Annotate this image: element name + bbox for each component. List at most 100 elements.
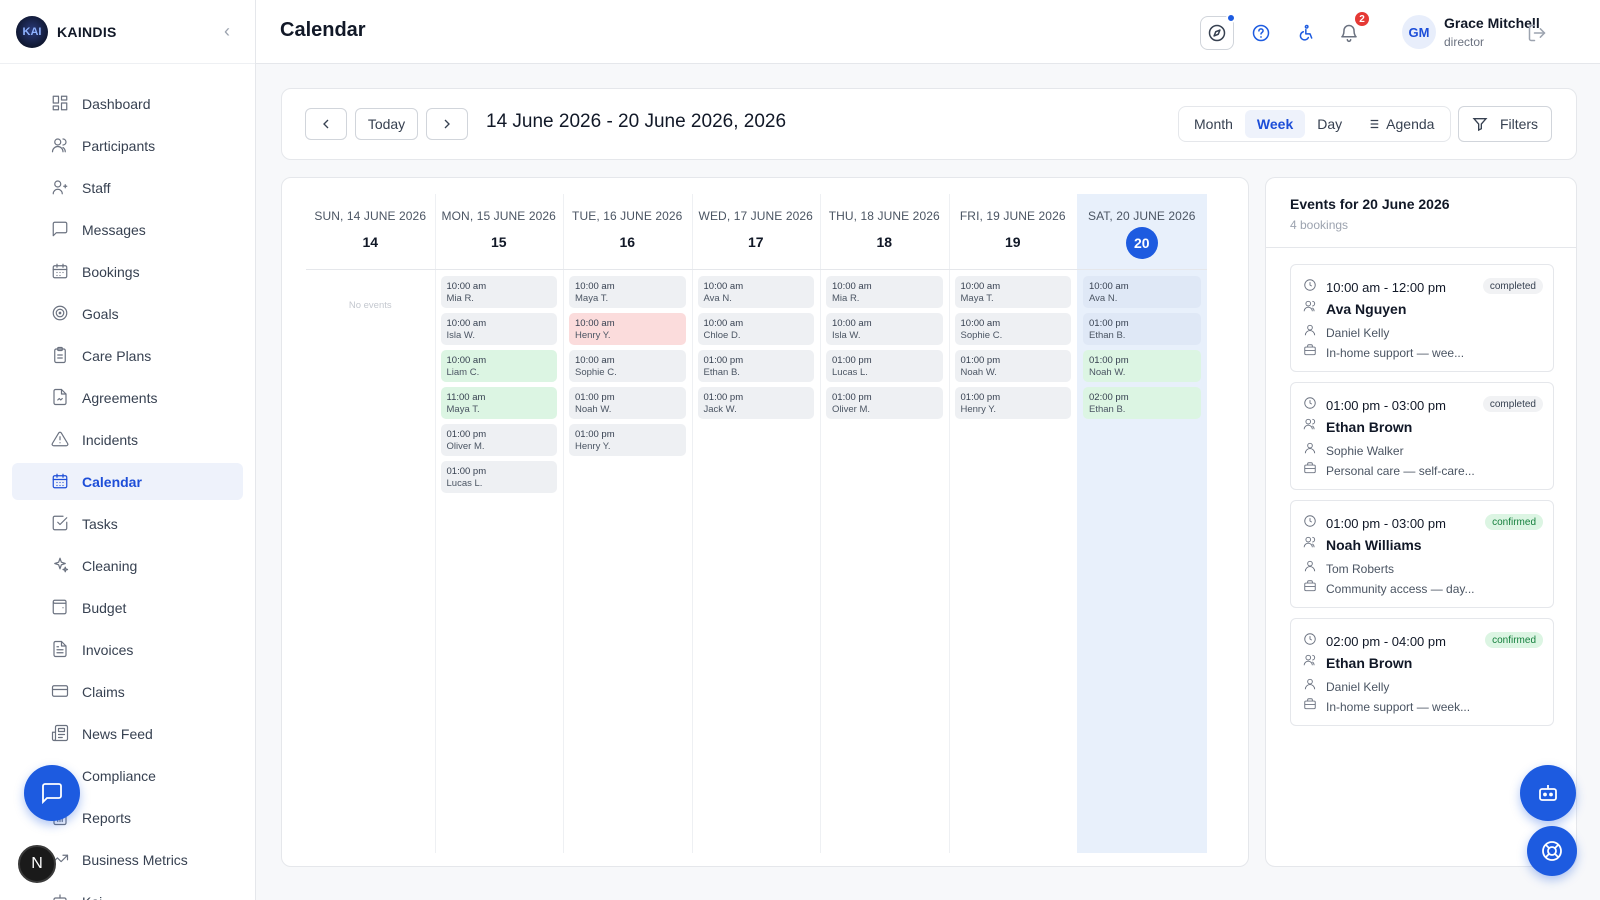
next-week-button[interactable] [426,108,468,140]
view-agenda-button[interactable]: Agenda [1354,110,1446,138]
event-time: 01:00 pm [575,392,615,403]
bookings-icon [51,262,69,280]
day-column[interactable]: SUN, 14 JUNE 2026 14 No events [306,194,436,853]
today-button[interactable]: Today [355,108,418,140]
calendar-event[interactable]: 10:00 am Ava N. [697,276,814,308]
booking-time-row: 10:00 am - 12:00 pm [1303,278,1446,297]
calendar-event[interactable]: 10:00 am Maya T. [569,276,686,308]
top-header: Calendar 2 GM Grace Mitchell director [256,0,1600,64]
calendar-event[interactable]: 10:00 am Sophie C. [569,350,686,382]
explore-button[interactable] [1200,13,1236,50]
calendar-event[interactable]: 10:00 am Isla W. [440,313,557,345]
calendar-event[interactable]: 01:00 pm Oliver M. [440,424,557,456]
support-button[interactable] [1527,826,1577,876]
calendar-event[interactable]: 11:00 am Maya T. [440,387,557,419]
filters-button[interactable]: Filters [1458,106,1552,142]
calendar-event[interactable]: 01:00 pm Henry Y. [569,424,686,456]
calendar-event[interactable]: 01:00 pm Noah W. [1083,350,1201,382]
booking-card[interactable]: 01:00 pm - 03:00 pm Ethan Brown Sophie Wal… [1290,382,1554,490]
event-participant: Sophie C. [960,330,1003,341]
user-avatar[interactable]: GM [1402,15,1436,49]
booking-card[interactable]: 02:00 pm - 04:00 pm Ethan Brown Daniel Kel… [1290,618,1554,726]
calendar-event[interactable]: 10:00 am Sophie C. [954,313,1071,345]
bot-icon [1539,785,1557,801]
calendar-event[interactable]: 10:00 am Ava N. [1083,276,1201,308]
day-number: 19 [1004,234,1021,250]
calendar-event[interactable]: 10:00 am Isla W. [826,313,943,345]
day-column[interactable]: WED, 17 JUNE 2026 17 10:00 am Ava N. 10:00 a… [691,194,821,853]
day-header[interactable]: SUN, 14 JUNE 2026 14 [306,194,435,270]
day-header[interactable]: THU, 18 JUNE 2026 18 [820,194,949,270]
day-column[interactable]: MON, 15 JUNE 2026 15 10:00 am Mia R. 10:00 a… [434,194,564,853]
calendar-event[interactable]: 10:00 am Chloe D. [697,313,814,345]
sidebar-item-news-feed[interactable]: News Feed [12,715,243,752]
chat-button[interactable] [24,765,80,821]
sidebar-item-agreements[interactable]: Agreements [12,379,243,416]
calendar-event[interactable]: 01:00 pm Henry Y. [954,387,1071,419]
calendar-event[interactable]: 01:00 pm Noah W. [954,350,1071,382]
booking-card[interactable]: 01:00 pm - 03:00 pm Noah Williams Tom Robe… [1290,500,1554,608]
sidebar-item-kai[interactable]: Kai [12,883,243,900]
view-week-button[interactable]: Week [1244,110,1306,138]
n-button[interactable]: N [18,845,56,883]
previous-week-button[interactable] [305,108,347,140]
accessibility-button[interactable] [1288,16,1322,50]
day-column[interactable]: SAT, 20 JUNE 2026 20 10:00 am Ava N. 01:00 p… [1077,194,1207,853]
calendar-event[interactable]: 10:00 am Maya T. [954,276,1071,308]
calendar-event[interactable]: 01:00 pm Oliver M. [826,387,943,419]
sidebar-item-messages[interactable]: Messages [12,211,243,248]
calendar-event[interactable]: 01:00 pm Lucas L. [826,350,943,382]
event-time: 01:00 pm [960,392,1001,403]
help-button[interactable] [1244,16,1278,50]
sidebar-item-care-plans[interactable]: Care Plans [12,337,243,374]
chevron-right-icon [444,119,450,129]
calendar-event[interactable]: 01:00 pm Noah W. [569,387,686,419]
logout-button[interactable] [1520,16,1554,50]
sidebar-item-budget[interactable]: Budget [12,589,243,626]
notifications-button[interactable]: 2 [1332,10,1371,50]
sidebar-item-invoices[interactable]: Invoices [12,631,243,668]
sidebar-item-claims[interactable]: Claims [12,673,243,710]
sidebar-item-dashboard[interactable]: Dashboard [12,85,243,122]
event-time: 01:00 pm [1089,355,1129,366]
calendar-event[interactable]: 01:00 pm Ethan B. [1083,313,1201,345]
booking-card[interactable]: 10:00 am - 12:00 pm Ava Nguyen Daniel Kell… [1290,264,1554,372]
sidebar-item-participants[interactable]: Participants [12,127,243,164]
booking-participant: Noah Williams [1326,536,1422,553]
day-header[interactable]: FRI, 19 JUNE 2026 19 [948,194,1077,270]
assistant-bot-button[interactable] [1520,765,1576,821]
calendar-event[interactable]: 10:00 am Mia R. [826,276,943,308]
day-column[interactable]: TUE, 16 JUNE 2026 16 10:00 am Maya T. 10:00 … [563,194,693,853]
day-header[interactable]: TUE, 16 JUNE 2026 16 [563,194,692,270]
sidebar-item-calendar[interactable]: Calendar [12,463,243,500]
booking-participant: Ethan Brown [1326,418,1413,435]
calendar-event[interactable]: 10:00 am Mia R. [440,276,557,308]
day-header[interactable]: SAT, 20 JUNE 2026 20 [1077,194,1207,270]
calendar-event[interactable]: 10:00 am Liam C. [440,350,557,382]
sidebar-item-tasks[interactable]: Tasks [12,505,243,542]
day-column[interactable]: FRI, 19 JUNE 2026 19 10:00 am Maya T. 10:00 … [948,194,1078,853]
calendar-event[interactable]: 01:00 pm Ethan B. [697,350,814,382]
calendar-event[interactable]: 10:00 am Henry Y. [569,313,686,345]
sidebar-item-label: News Feed [82,725,153,742]
sidebar-item-bookings[interactable]: Bookings [12,253,243,290]
sidebar-item-goals[interactable]: Goals [12,295,243,332]
calendar-event[interactable]: 01:00 pm Jack W. [697,387,814,419]
dashboard-icon [51,94,69,112]
sidebar-item-cleaning[interactable]: Cleaning [12,547,243,584]
view-month-button[interactable]: Month [1182,110,1245,138]
calendar-event[interactable]: 01:00 pm Lucas L. [440,461,557,493]
collapse-sidebar-chevron-left-icon[interactable]: ‹ [215,21,239,42]
view-day-button[interactable]: Day [1305,110,1354,138]
day-header[interactable]: WED, 17 JUNE 2026 17 [691,194,820,270]
day-column[interactable]: THU, 18 JUNE 2026 18 10:00 am Mia R. 10:00 a… [820,194,950,853]
sidebar-item-staff[interactable]: Staff [12,169,243,206]
day-header[interactable]: MON, 15 JUNE 2026 15 [434,194,563,270]
calendar-event[interactable]: 02:00 pm Ethan B. [1083,387,1201,419]
brand-logo[interactable]: KAI [16,15,48,48]
sidebar-item-incidents[interactable]: Incidents [12,421,243,458]
booking-staff: Tom Roberts [1326,561,1395,576]
invoice-icon [51,640,69,658]
booking-staff-row: Daniel Kelly [1303,677,1389,696]
day-number: 14 [362,234,379,250]
